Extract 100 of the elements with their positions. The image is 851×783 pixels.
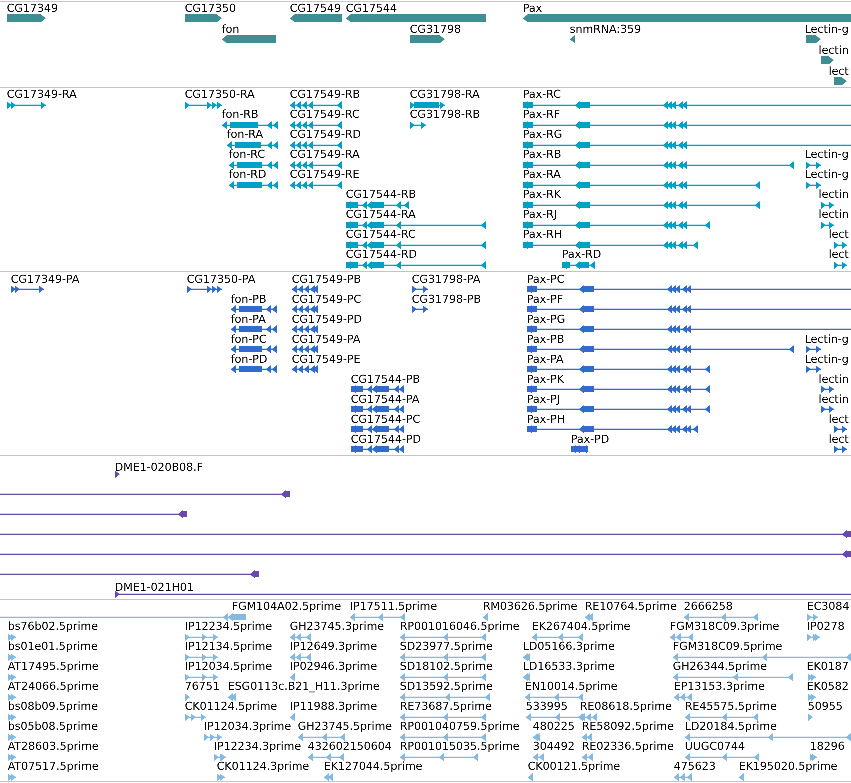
feature-label: bs05b08.5prime <box>8 720 98 734</box>
feature-label: RP001015035.5prime <box>400 740 520 754</box>
feature-label: CG17549-PE <box>292 353 361 367</box>
feature-label: AT07517.5prime <box>8 760 99 774</box>
feature-label: DME1-020B08.F <box>115 461 204 475</box>
feature-label: CG17549-RA <box>290 148 360 162</box>
feature-label: IP12234.5prime <box>185 620 272 634</box>
feature-label: bs01e01.5prime <box>8 640 98 654</box>
feature-label: IP12134.5prime <box>185 640 272 654</box>
feature-label: fon <box>222 23 240 37</box>
feature-label: IP02946.3prime <box>290 660 378 674</box>
feature-label: lectin <box>818 208 849 222</box>
feature-label: CG17549-PC <box>292 293 362 307</box>
feature-label: Pax-RF <box>523 108 560 122</box>
feature-label: CG17544-RB <box>346 188 416 202</box>
feature-label: fon-PD <box>231 353 268 367</box>
feature-label: Pax-RG <box>523 128 563 142</box>
feature-label: Lectin-g <box>804 168 849 182</box>
feature-label: SD18102.5prime <box>400 660 493 674</box>
feature-label: CG17544-RC <box>346 228 416 242</box>
feature-label: GH23745.5prime <box>298 720 392 734</box>
feature-label: Pax-PF <box>527 293 564 307</box>
feature-label: 76751 <box>185 680 220 694</box>
feature-label: fon-RD <box>229 168 267 182</box>
feature-label: 475623 <box>674 760 716 774</box>
feature-label: SD13592.5prime <box>400 680 493 694</box>
feature-label: GH26344.5prime <box>673 660 768 674</box>
feature-label: CG31798 <box>410 23 462 37</box>
feature-label: Lectin-g <box>804 333 849 347</box>
feature-label: Pax-PJ <box>527 393 560 407</box>
feature-label: EK0582 <box>806 680 849 694</box>
feature-label: UUGC0744 <box>685 740 746 754</box>
feature-label: IP17511.5prime <box>350 600 438 614</box>
feature-label: IP12234.3prime <box>214 740 302 754</box>
feature-label: CG31798-PA <box>412 273 481 287</box>
feature-label: CG17549-RC <box>290 108 360 122</box>
feature-label: bs76b02.5prime <box>8 620 98 634</box>
feature-label: CG17549-RE <box>290 168 360 182</box>
feature-label: CG17349-PA <box>11 273 80 287</box>
feature-label: IP12649.3prime <box>290 640 378 654</box>
feature-label: Pax-PA <box>527 353 564 367</box>
feature-label: IP11988.3prime <box>290 700 378 714</box>
feature-label: fon-PC <box>231 333 267 347</box>
feature-label: RE58092.5prime <box>582 720 674 734</box>
feature-label: EK267404.5prime <box>532 620 631 634</box>
feature-label: CG17350-RA <box>185 88 255 102</box>
feature-label: Pax-PD <box>571 433 610 447</box>
feature-label: RP001040759.5prime <box>400 720 520 734</box>
feature-label: CG17350-PA <box>187 273 256 287</box>
feature-label: Pax-PK <box>527 373 564 387</box>
feature-label: 18296 <box>810 740 845 754</box>
feature-label: AT28603.5prime <box>8 740 99 754</box>
feature-label: AT17495.5prime <box>8 660 99 674</box>
feature-label: Pax-PC <box>527 273 565 287</box>
feature-label: EK195020.5prime <box>739 760 838 774</box>
feature-label: 533995 <box>526 700 568 714</box>
feature-label: Pax-RA <box>523 168 562 182</box>
feature-label: CK01124.5prime <box>185 700 278 714</box>
feature-label: lectin <box>818 44 849 58</box>
feature-label: CG31798-PB <box>412 293 482 307</box>
feature-label: lect <box>828 228 849 242</box>
feature-label: EK0187 <box>806 660 849 674</box>
feature-label: Pax-PG <box>527 313 566 327</box>
feature-label: 432602150604 <box>308 740 392 754</box>
feature-label: EC3084 <box>807 600 850 614</box>
feature-label: IP12034.3prime <box>204 720 292 734</box>
feature-label: lectin <box>818 373 849 387</box>
feature-label: RE10764.5prime <box>585 600 678 614</box>
feature-label: LD05166.3prime <box>523 640 616 654</box>
feature-label: 304492 <box>533 740 575 754</box>
feature-label: fon-PB <box>231 293 267 307</box>
feature-label: CG31798-RB <box>410 108 480 122</box>
feature-label: EK127044.5prime <box>324 760 423 774</box>
feature-label: Pax-PH <box>527 413 566 427</box>
feature-label: CG17349 <box>7 2 58 16</box>
feature-label: CG17549-RB <box>290 88 360 102</box>
feature-label: lectin <box>818 188 849 202</box>
feature-label: RE45575.5prime <box>685 700 778 714</box>
feature-label: LD20184.5prime <box>685 720 778 734</box>
feature-label: lect <box>828 248 849 262</box>
feature-label: IP0278 <box>807 620 845 634</box>
feature-label: Pax-PB <box>527 333 565 347</box>
feature-label: CG17544-PC <box>351 413 420 427</box>
feature-label: Pax-RJ <box>523 208 558 222</box>
feature-label: Pax-RB <box>523 148 562 162</box>
feature-label: Pax-RH <box>523 228 562 242</box>
feature-label: ESG0113c.B21_H11.3prime <box>228 680 380 694</box>
feature-label: DME1-021H01 <box>115 581 194 595</box>
feature-label: fon-PA <box>231 313 266 327</box>
feature-label: fon-RC <box>229 148 266 162</box>
feature-label: SD23977.5prime <box>400 640 493 654</box>
feature-label: CG17544-PA <box>351 393 420 407</box>
feature-label: RE73687.5prime <box>400 700 492 714</box>
feature-label: CG17544-PB <box>351 373 420 387</box>
feature-label: Pax-RC <box>523 88 562 102</box>
feature-label: fon-RA <box>227 128 264 142</box>
feature-label: Lectin-g <box>804 353 849 367</box>
feature-label: EP13153.3prime <box>674 680 766 694</box>
feature-label: 2666258 <box>684 600 733 614</box>
feature-label: Pax <box>523 2 542 16</box>
